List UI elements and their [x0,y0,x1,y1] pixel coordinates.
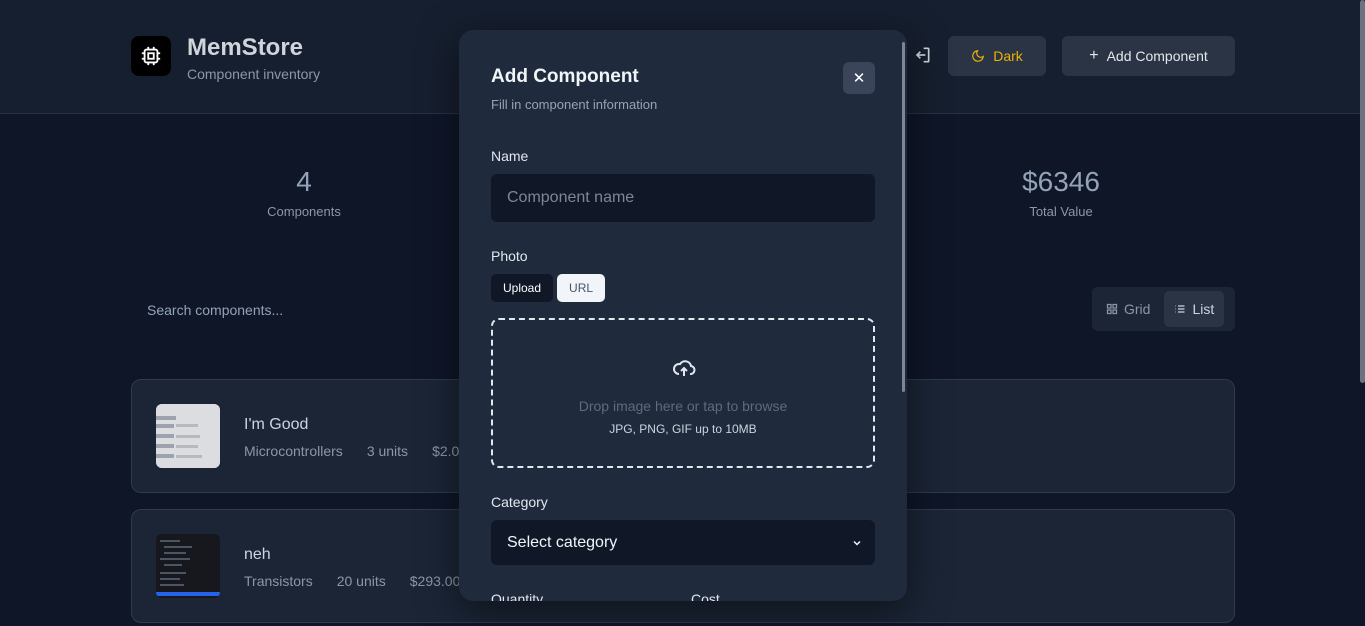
component-price: $293.00 [409,573,461,589]
component-meta: Transistors 20 units $293.00 [244,573,460,589]
chip-logo-icon [131,36,171,76]
list-icon [1175,305,1185,313]
component-name: neh [244,546,271,563]
component-units: 20 units [336,573,386,589]
dropzone-text: Drop image here or tap to browse [578,398,788,414]
photo-label: Photo [491,248,528,264]
tab-upload[interactable]: Upload [491,274,554,302]
grid-label: Grid [1124,301,1151,317]
chevron-down-icon [853,540,861,546]
moon-icon [972,50,985,62]
app-subtitle: Component inventory [187,66,321,82]
component-units: 3 units [366,443,409,459]
component-category: Transistors [244,573,313,589]
component-thumbnail [156,534,220,598]
cost-label: Cost [691,591,720,601]
stat-value: $6346 [1022,166,1100,197]
component-name-input[interactable] [491,174,875,222]
list-view-button[interactable]: List [1164,291,1225,327]
modal-scrollbar[interactable] [902,42,905,392]
list-label: List [1192,301,1215,317]
component-price: $2.0 [432,443,460,459]
component-name: I'm Good [244,416,309,433]
add-component-button[interactable]: + Add Component [1062,36,1235,76]
grid-icon [1106,303,1118,315]
page-scrollbar[interactable] [1360,0,1365,383]
theme-label: Dark [993,48,1023,64]
app-title: MemStore [187,34,304,61]
category-select[interactable]: Select category [491,520,875,565]
cloud-upload-icon [673,360,696,376]
stat-value: 4 [296,166,312,197]
plus-icon: + [1089,47,1099,64]
stat-label: Total Value [1029,204,1093,219]
category-label: Category [491,494,548,510]
tab-url[interactable]: URL [557,274,606,302]
image-dropzone[interactable]: Drop image here or tap to browse JPG, PN… [491,318,875,468]
modal-title: Add Component [491,66,639,87]
grid-view-button[interactable]: Grid [1096,291,1160,327]
logout-icon[interactable] [912,45,934,67]
theme-toggle-button[interactable]: Dark [948,36,1046,76]
quantity-label: Quantity [491,591,544,601]
stat-total-value: $6346 Total Value [961,166,1161,219]
modal-subtitle: Fill in component information [491,97,658,112]
stat-label: Components [267,204,341,219]
add-component-modal: Add Component Fill in component informat… [459,30,907,601]
add-component-label: Add Component [1106,48,1208,64]
component-meta: Microcontrollers 3 units $2.0 [244,443,459,459]
photo-source-tabs: Upload URL [491,274,606,302]
component-category: Microcontrollers [244,443,343,459]
view-toggle: Grid List [1092,287,1235,331]
name-label: Name [491,148,529,164]
stat-components: 4 Components [204,166,404,219]
close-button[interactable]: ✕ [843,62,875,94]
category-select-value: Select category [507,533,618,551]
close-icon: ✕ [852,70,866,87]
dropzone-hint: JPG, PNG, GIF up to 10MB [609,422,757,436]
search-input[interactable]: Search components... [131,292,451,328]
component-thumbnail [156,404,220,468]
